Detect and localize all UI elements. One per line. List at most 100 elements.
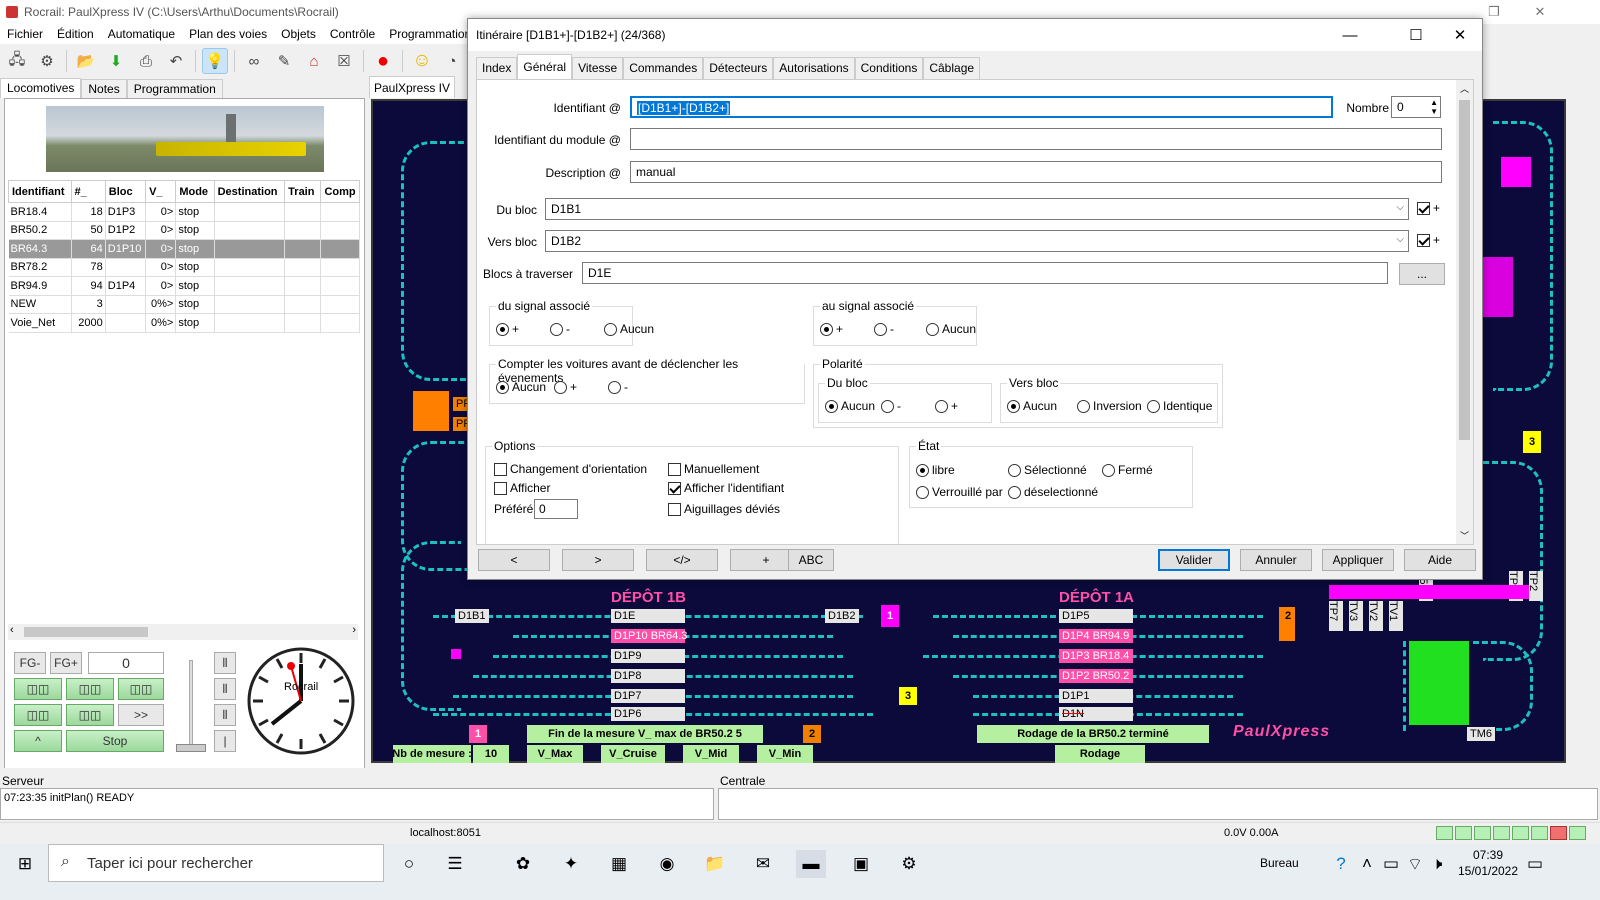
tab-plan[interactable]: PaulXpress IV xyxy=(369,76,455,98)
description-input[interactable]: manual xyxy=(630,161,1442,183)
function-f2-button[interactable]: ◫◫ xyxy=(66,678,114,700)
scroll-down-icon[interactable]: ﹀ xyxy=(1460,529,1469,542)
function-f4-button[interactable]: ◫◫ xyxy=(14,704,62,726)
task-view-icon[interactable]: ○ xyxy=(394,850,424,878)
table-row[interactable]: BR94.9 94 D1P4 0> stop xyxy=(8,276,360,296)
tab-commandes[interactable]: Commandes xyxy=(623,57,704,79)
scroll-thumb[interactable] xyxy=(1459,100,1470,440)
polarity-from-minus-radio[interactable]: - xyxy=(881,399,901,413)
speed-vmax[interactable]: V_Max xyxy=(527,745,583,763)
signal-to-none-radio[interactable]: Aucun xyxy=(926,322,976,336)
next-button[interactable]: > xyxy=(562,549,634,571)
settings-icon[interactable]: ⚙ xyxy=(34,48,60,74)
maximize-icon[interactable]: ☐ xyxy=(1394,19,1438,51)
col-destination[interactable]: Destination xyxy=(213,180,286,203)
dialog-vscrollbar[interactable]: ︿ ﹀ xyxy=(1456,80,1473,544)
lever-icon-2[interactable]: ⦀ xyxy=(214,678,236,700)
block-d1e[interactable]: D1E xyxy=(611,609,685,623)
col-comp[interactable]: Comp xyxy=(320,180,360,203)
signal-to-plus-radio[interactable]: + xyxy=(820,322,843,336)
apply-button[interactable]: Appliquer xyxy=(1322,549,1394,571)
scroll-up-icon[interactable]: ︿ xyxy=(1460,82,1469,95)
block-d1n[interactable]: D1N xyxy=(1059,707,1133,721)
nombre-spinner[interactable]: 0 ▲ ▼ xyxy=(1391,96,1441,118)
signal-from-minus-radio[interactable]: - xyxy=(550,322,570,336)
smiley-icon[interactable]: ☺ xyxy=(409,48,435,74)
cancel-icon[interactable]: ☒ xyxy=(331,48,357,74)
polarity-from-none-radio[interactable]: Aucun xyxy=(825,399,875,413)
from-block-select[interactable]: D1B1 ⌵ xyxy=(545,198,1409,220)
tab-programmation[interactable]: Programmation xyxy=(126,79,223,98)
tab-notes[interactable]: Notes xyxy=(81,79,127,98)
fg-plus-button[interactable]: FG+ xyxy=(50,652,82,674)
col-train[interactable]: Train xyxy=(284,180,322,203)
block-d1p1[interactable]: D1P1 xyxy=(1059,689,1133,703)
block-d1p10[interactable]: D1P10 BR64.3 xyxy=(611,629,687,643)
print-icon[interactable]: ⎙ xyxy=(133,48,159,74)
module-input[interactable] xyxy=(630,128,1442,150)
table-row[interactable]: BR78.2 78 0> stop xyxy=(8,258,360,277)
state-locked-radio[interactable]: Verrouillé par xyxy=(916,485,1003,499)
tab-detecteurs[interactable]: Détecteurs xyxy=(703,57,774,79)
mesure-value[interactable]: 10 xyxy=(473,745,509,763)
to-block-select[interactable]: D1B2 ⌵ xyxy=(545,230,1409,252)
speed-slider[interactable] xyxy=(176,660,206,754)
link-icon[interactable]: ∞ xyxy=(241,48,267,74)
show-checkbox[interactable]: Afficher xyxy=(494,481,550,495)
change-orientation-checkbox[interactable]: Changement d'orientation xyxy=(494,462,647,476)
help-button[interactable]: Aide xyxy=(1404,549,1476,571)
block-d1p9[interactable]: D1P9 xyxy=(611,649,685,663)
block-d1p5[interactable]: D1P5 xyxy=(1059,609,1133,623)
table-row[interactable]: Voie_Net 2000 0%> stop xyxy=(8,313,360,333)
menu-plan[interactable]: Plan des voies xyxy=(182,27,274,41)
state-free-radio[interactable]: libre xyxy=(916,463,955,477)
function-f1-button[interactable]: ◫◫ xyxy=(14,678,62,700)
tab-cablage[interactable]: Câblage xyxy=(923,57,981,79)
desk-label[interactable]: Bureau xyxy=(1260,856,1299,870)
table-hscrollbar[interactable]: ‹ › xyxy=(8,624,358,640)
lever-icon-4[interactable]: | xyxy=(214,730,236,752)
speed-vcruise[interactable]: V_Cruise xyxy=(601,745,665,763)
col-address[interactable]: #_ xyxy=(70,180,106,203)
block-d1p8[interactable]: D1P8 xyxy=(611,669,685,683)
central-log[interactable] xyxy=(718,788,1598,820)
block-d1b2[interactable]: D1B2 xyxy=(825,609,859,623)
table-row[interactable]: BR18.4 18 D1P3 0> stop xyxy=(8,202,360,222)
more-functions-button[interactable]: >> xyxy=(118,704,164,726)
save-icon[interactable]: ⬇ xyxy=(103,48,129,74)
tab-general[interactable]: Général xyxy=(517,54,573,79)
undo-icon[interactable]: ↶ xyxy=(163,48,189,74)
explorer-icon[interactable]: 📁 xyxy=(700,850,730,878)
lever-icon-3[interactable]: ⦀ xyxy=(214,704,236,726)
menu-programmation[interactable]: Programmation xyxy=(382,27,478,41)
signal-from-none-radio[interactable]: Aucun xyxy=(604,322,654,336)
polarity-to-none-radio[interactable]: Aucun xyxy=(1007,399,1057,413)
block-tv2[interactable]: TV2 xyxy=(1367,601,1383,631)
from-block-plus-checkbox[interactable]: + xyxy=(1417,201,1440,215)
count-none-radio[interactable]: Aucun xyxy=(496,380,546,394)
widgets-icon[interactable]: ☰ xyxy=(440,850,470,878)
rodage-button[interactable]: Rodage xyxy=(1055,745,1145,763)
block-tv3[interactable]: TV3 xyxy=(1347,601,1363,631)
menu-controle[interactable]: Contrôle xyxy=(323,27,382,41)
polarity-from-plus-radio[interactable]: + xyxy=(935,399,958,413)
manual-checkbox[interactable]: Manuellement xyxy=(668,462,759,476)
col-bloc[interactable]: Bloc xyxy=(104,180,147,203)
polarity-to-inversion-radio[interactable]: Inversion xyxy=(1077,399,1142,413)
table-row[interactable]: BR50.2 50 D1P2 0> stop xyxy=(8,221,360,240)
show-id-checkbox[interactable]: Afficher l'identifiant xyxy=(668,481,784,495)
browse-blocks-button[interactable]: ... xyxy=(1399,263,1445,285)
server-log[interactable]: 07:23:35 initPlan() READY xyxy=(0,788,714,820)
open-icon[interactable]: 📂 xyxy=(73,48,99,74)
lever-icon-1[interactable]: ⦀ xyxy=(214,652,236,674)
polarity-to-identique-radio[interactable]: Identique xyxy=(1147,399,1212,413)
speed-vmid[interactable]: V_Mid xyxy=(683,745,739,763)
speed-vmin[interactable]: V_Min xyxy=(757,745,813,763)
block-d1p7[interactable]: D1P7 xyxy=(611,689,685,703)
block-d1p4[interactable]: D1P4 BR94.9 xyxy=(1059,629,1133,643)
block-d1p6[interactable]: D1P6 xyxy=(611,707,685,721)
state-selected-radio[interactable]: Sélectionné xyxy=(1008,463,1087,477)
notification-icon[interactable]: ▭ xyxy=(1520,850,1550,878)
close-icon[interactable]: ✕ xyxy=(1438,19,1482,51)
state-closed-radio[interactable]: Fermé xyxy=(1102,463,1153,477)
